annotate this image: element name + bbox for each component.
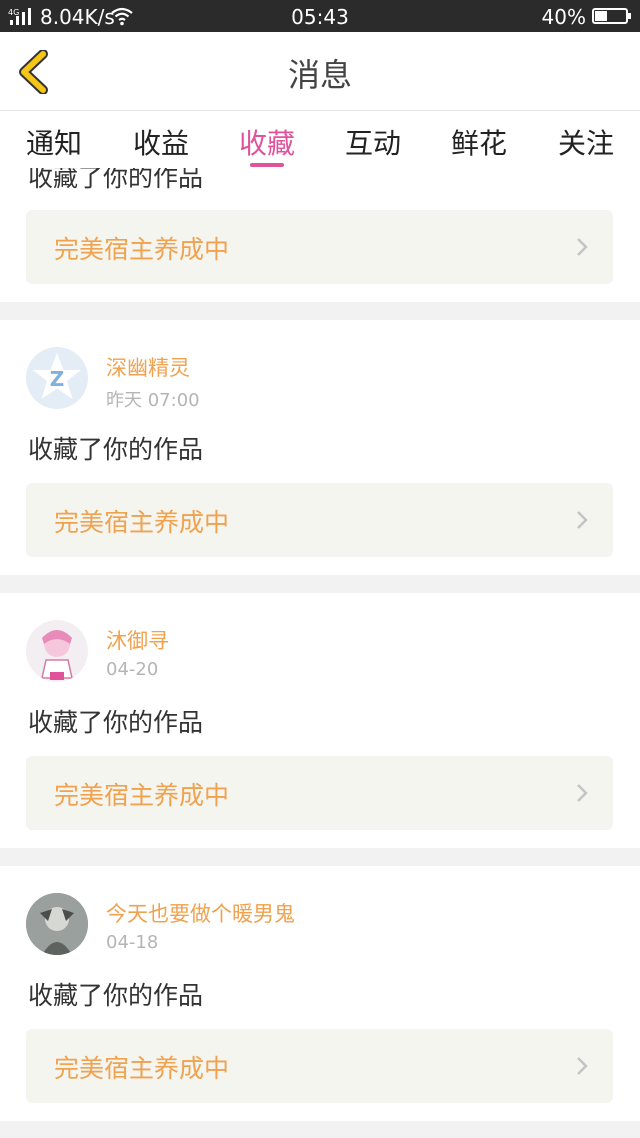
star-avatar-icon: Z	[33, 353, 81, 399]
tab-earnings[interactable]: 收益	[121, 122, 201, 162]
work-title: 完美宿主养成中	[54, 508, 230, 537]
action-text: 收藏了你的作品	[28, 981, 204, 1010]
action-text: 收藏了你的作品	[28, 435, 204, 464]
tab-bar: 通知 收益 收藏 互动 鲜花 关注	[0, 111, 640, 168]
action-text: 收藏了你的作品	[28, 708, 204, 737]
work-link[interactable]: 完美宿主养成中	[26, 210, 613, 284]
anime-avatar-icon	[41, 630, 73, 680]
work-link[interactable]: 完美宿主养成中	[26, 1029, 613, 1103]
list-item: 今天也要做个暖男鬼 04-18 收藏了你的作品 完美宿主养成中	[0, 866, 640, 1121]
tab-flowers[interactable]: 鲜花	[439, 122, 519, 162]
avatar[interactable]: Z	[26, 347, 88, 409]
work-title: 完美宿主养成中	[54, 1054, 230, 1083]
work-link[interactable]: 完美宿主养成中	[26, 756, 613, 830]
action-text: 收藏了你的作品	[28, 168, 204, 192]
tab-following[interactable]: 关注	[546, 122, 626, 162]
tab-notifications[interactable]: 通知	[14, 122, 94, 162]
avatar[interactable]	[26, 620, 88, 682]
tab-interactions[interactable]: 互动	[333, 122, 413, 162]
username[interactable]: 沐御寻	[106, 625, 169, 655]
active-tab-indicator	[250, 163, 284, 167]
username[interactable]: 深幽精灵	[106, 352, 190, 382]
work-link[interactable]: 完美宿主养成中	[26, 483, 613, 557]
chevron-right-icon	[577, 784, 588, 802]
chevron-right-icon	[577, 511, 588, 529]
battery-icon	[592, 8, 631, 24]
username[interactable]: 今天也要做个暖男鬼	[106, 898, 295, 928]
avatar[interactable]	[26, 893, 88, 955]
character-avatar-icon	[26, 893, 88, 955]
work-title: 完美宿主养成中	[54, 235, 230, 264]
timestamp: 04-20	[106, 659, 159, 680]
tab-favorites[interactable]: 收藏	[227, 122, 307, 162]
timestamp: 昨天 07:00	[106, 390, 200, 411]
battery-percent: 40%	[541, 5, 586, 29]
timestamp: 04-18	[106, 932, 159, 953]
page-title: 消息	[287, 56, 352, 94]
chevron-right-icon	[577, 238, 588, 256]
chevron-right-icon	[577, 1057, 588, 1075]
list-item: 沐御寻 04-20 收藏了你的作品 完美宿主养成中	[0, 593, 640, 848]
list-item: Z 深幽精灵 昨天 07:00 收藏了你的作品 完美宿主养成中	[0, 320, 640, 575]
status-bar: 4G 8.04K/s 05:43 40%	[0, 0, 640, 32]
svg-text:Z: Z	[50, 367, 65, 391]
work-title: 完美宿主养成中	[54, 781, 230, 810]
list-item: 收藏了你的作品 完美宿主养成中	[0, 168, 640, 302]
message-list[interactable]: 收藏了你的作品 完美宿主养成中 Z 深幽精灵 昨天 07:00 收藏了你的作品 …	[0, 168, 640, 1138]
header: 消息	[0, 32, 640, 111]
